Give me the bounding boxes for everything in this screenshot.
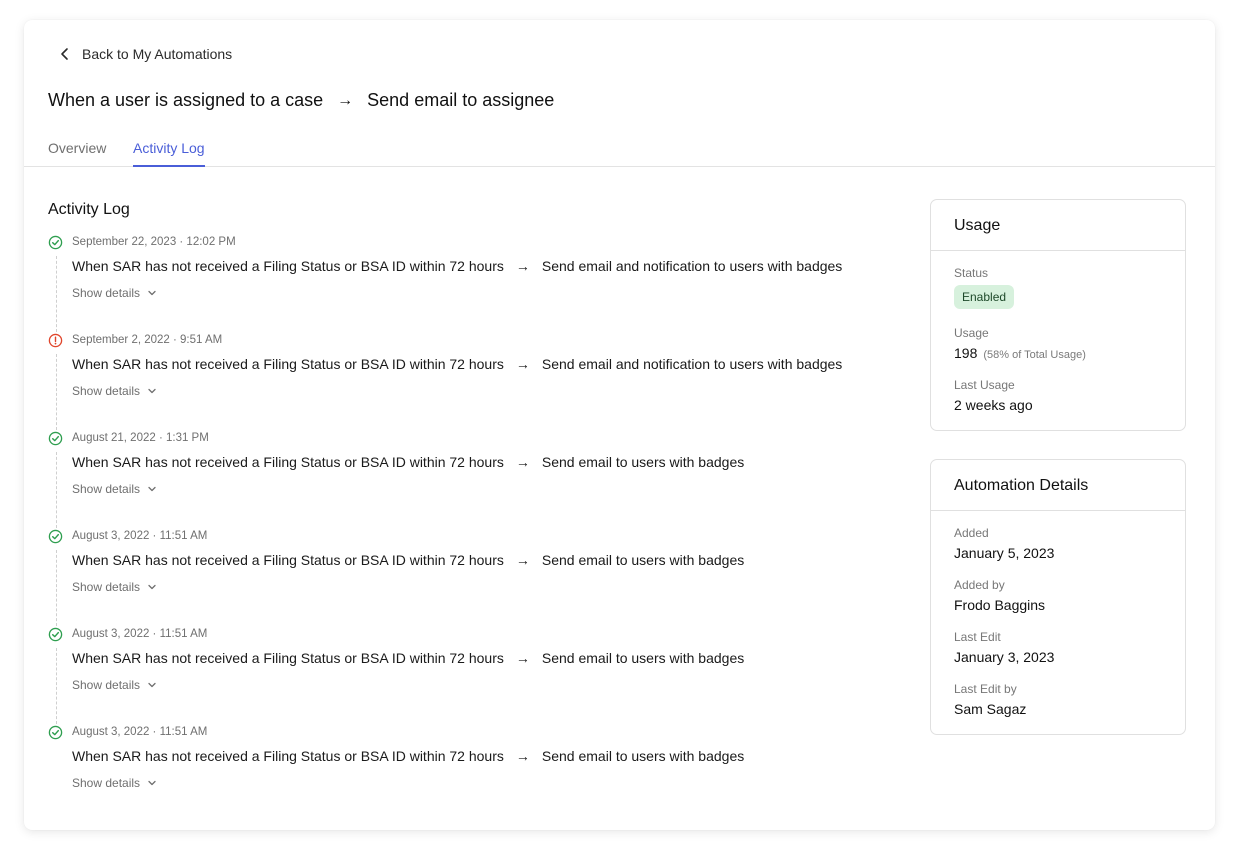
entry-trigger: When SAR has not received a Filing Statu… [72,356,504,372]
entry-timestamp: September 22, 2023 · 12:02 PM [72,236,236,248]
entry-trigger: When SAR has not received a Filing Statu… [72,748,504,764]
back-to-automations-link[interactable]: Back to My Automations [58,46,232,62]
usage-percentage: (58% of Total Usage) [983,349,1086,361]
automation-detail-card: Back to My Automations When a user is as… [24,20,1215,830]
arrow-right-icon: → [515,748,530,764]
entry-description: When SAR has not received a Filing Statu… [72,356,842,372]
timeline-connector [56,550,57,626]
timeline-connector [56,354,57,430]
last-usage-value: 2 weeks ago [954,397,1033,413]
show-details-label: Show details [72,776,141,790]
title-trigger: When a user is assigned to a case [48,90,324,110]
entry-description: When SAR has not received a Filing Statu… [72,748,744,764]
activity-log-entry: September 2, 2022 · 9:51 AM When SAR has… [48,332,888,430]
timeline-connector [56,256,57,332]
entry-description: When SAR has not received a Filing Statu… [72,454,744,470]
check-circle-icon [48,627,63,642]
activity-log-entry: August 3, 2022 · 11:51 AM When SAR has n… [48,528,888,626]
arrow-right-icon: → [515,454,530,470]
added-by-value: Frodo Baggins [954,597,1046,613]
entry-description: When SAR has not received a Filing Statu… [72,258,842,274]
show-details-label: Show details [72,580,141,594]
usage-count: 198 [954,345,978,361]
page-title: When a user is assigned to a case → Send… [48,90,554,111]
error-icon [48,333,63,348]
show-details-toggle[interactable]: Show details [72,286,157,300]
chevron-down-icon [148,290,156,296]
status-badge: Enabled [954,285,1015,309]
chevron-down-icon [148,682,156,688]
tab-overview[interactable]: Overview [48,140,106,165]
entry-timestamp: August 3, 2022 · 11:51 AM [72,628,208,640]
entry-trigger: When SAR has not received a Filing Statu… [72,454,504,470]
automation-details-title: Automation Details [931,460,1185,511]
last-usage-label: Last Usage [954,378,1015,392]
automation-details-panel: Automation Details Added January 5, 2023… [930,459,1186,735]
timeline-connector [56,452,57,528]
chevron-down-icon [148,780,156,786]
entry-description: When SAR has not received a Filing Statu… [72,552,744,568]
entry-timestamp: August 21, 2022 · 1:31 PM [72,432,209,444]
last-edit-by-value: Sam Sagaz [954,701,1027,717]
chevron-down-icon [148,584,156,590]
check-circle-icon [48,725,63,740]
entry-timestamp: August 3, 2022 · 11:51 AM [72,726,208,738]
show-details-label: Show details [72,678,141,692]
check-circle-icon [48,529,63,544]
entry-action: Send email to users with badges [541,650,745,666]
show-details-label: Show details [72,482,141,496]
arrow-right-icon: → [515,356,530,372]
entry-trigger: When SAR has not received a Filing Statu… [72,552,504,568]
show-details-toggle[interactable]: Show details [72,678,157,692]
entry-action: Send email to users with badges [541,748,745,764]
activity-log-entry: August 3, 2022 · 11:51 AM When SAR has n… [48,626,888,724]
tab-bar: Overview Activity Log [24,134,1215,167]
activity-log-entry: September 22, 2023 · 12:02 PM When SAR h… [48,234,888,332]
arrow-right-icon: → [337,91,354,109]
show-details-label: Show details [72,286,141,300]
usage-panel-title: Usage [931,200,1185,251]
back-link-label: Back to My Automations [82,46,233,62]
usage-panel: Usage Status Enabled Usage 198 (58% of To… [930,199,1186,431]
entry-action: Send email to users with badges [541,454,745,470]
entry-description: When SAR has not received a Filing Statu… [72,650,744,666]
activity-log-title: Activity Log [48,201,130,218]
entry-trigger: When SAR has not received a Filing Statu… [72,650,504,666]
title-action: Send email to assignee [367,90,555,110]
usage-label: Usage [954,326,989,340]
entry-action: Send email and notification to users wit… [541,356,843,372]
entry-trigger: When SAR has not received a Filing Statu… [72,258,504,274]
chevron-down-icon [148,486,156,492]
activity-log-list: September 22, 2023 · 12:02 PM When SAR h… [48,234,888,822]
check-circle-icon [48,431,63,446]
arrow-right-icon: → [515,650,530,666]
entry-action: Send email and notification to users wit… [541,258,843,274]
timeline-connector [56,648,57,724]
show-details-toggle[interactable]: Show details [72,384,157,398]
last-edit-value: January 3, 2023 [954,649,1055,665]
entry-action: Send email to users with badges [541,552,745,568]
check-circle-icon [48,235,63,250]
arrow-right-icon: → [515,552,530,568]
entry-timestamp: September 2, 2022 · 9:51 AM [72,334,223,346]
activity-log-entry: August 3, 2022 · 11:51 AM When SAR has n… [48,724,888,822]
show-details-toggle[interactable]: Show details [72,580,157,594]
show-details-toggle[interactable]: Show details [72,776,157,790]
added-label: Added [954,526,989,540]
activity-log-entry: August 21, 2022 · 1:31 PM When SAR has n… [48,430,888,528]
entry-timestamp: August 3, 2022 · 11:51 AM [72,530,208,542]
added-value: January 5, 2023 [954,545,1055,561]
chevron-down-icon [148,388,156,394]
status-label: Status [954,266,989,280]
tab-activity-log[interactable]: Activity Log [133,140,205,167]
arrow-right-icon: → [515,258,530,274]
last-edit-label: Last Edit [954,630,1001,644]
show-details-toggle[interactable]: Show details [72,482,157,496]
added-by-label: Added by [954,578,1005,592]
chevron-left-icon [61,48,68,60]
last-edit-by-label: Last Edit by [954,682,1017,696]
show-details-label: Show details [72,384,141,398]
